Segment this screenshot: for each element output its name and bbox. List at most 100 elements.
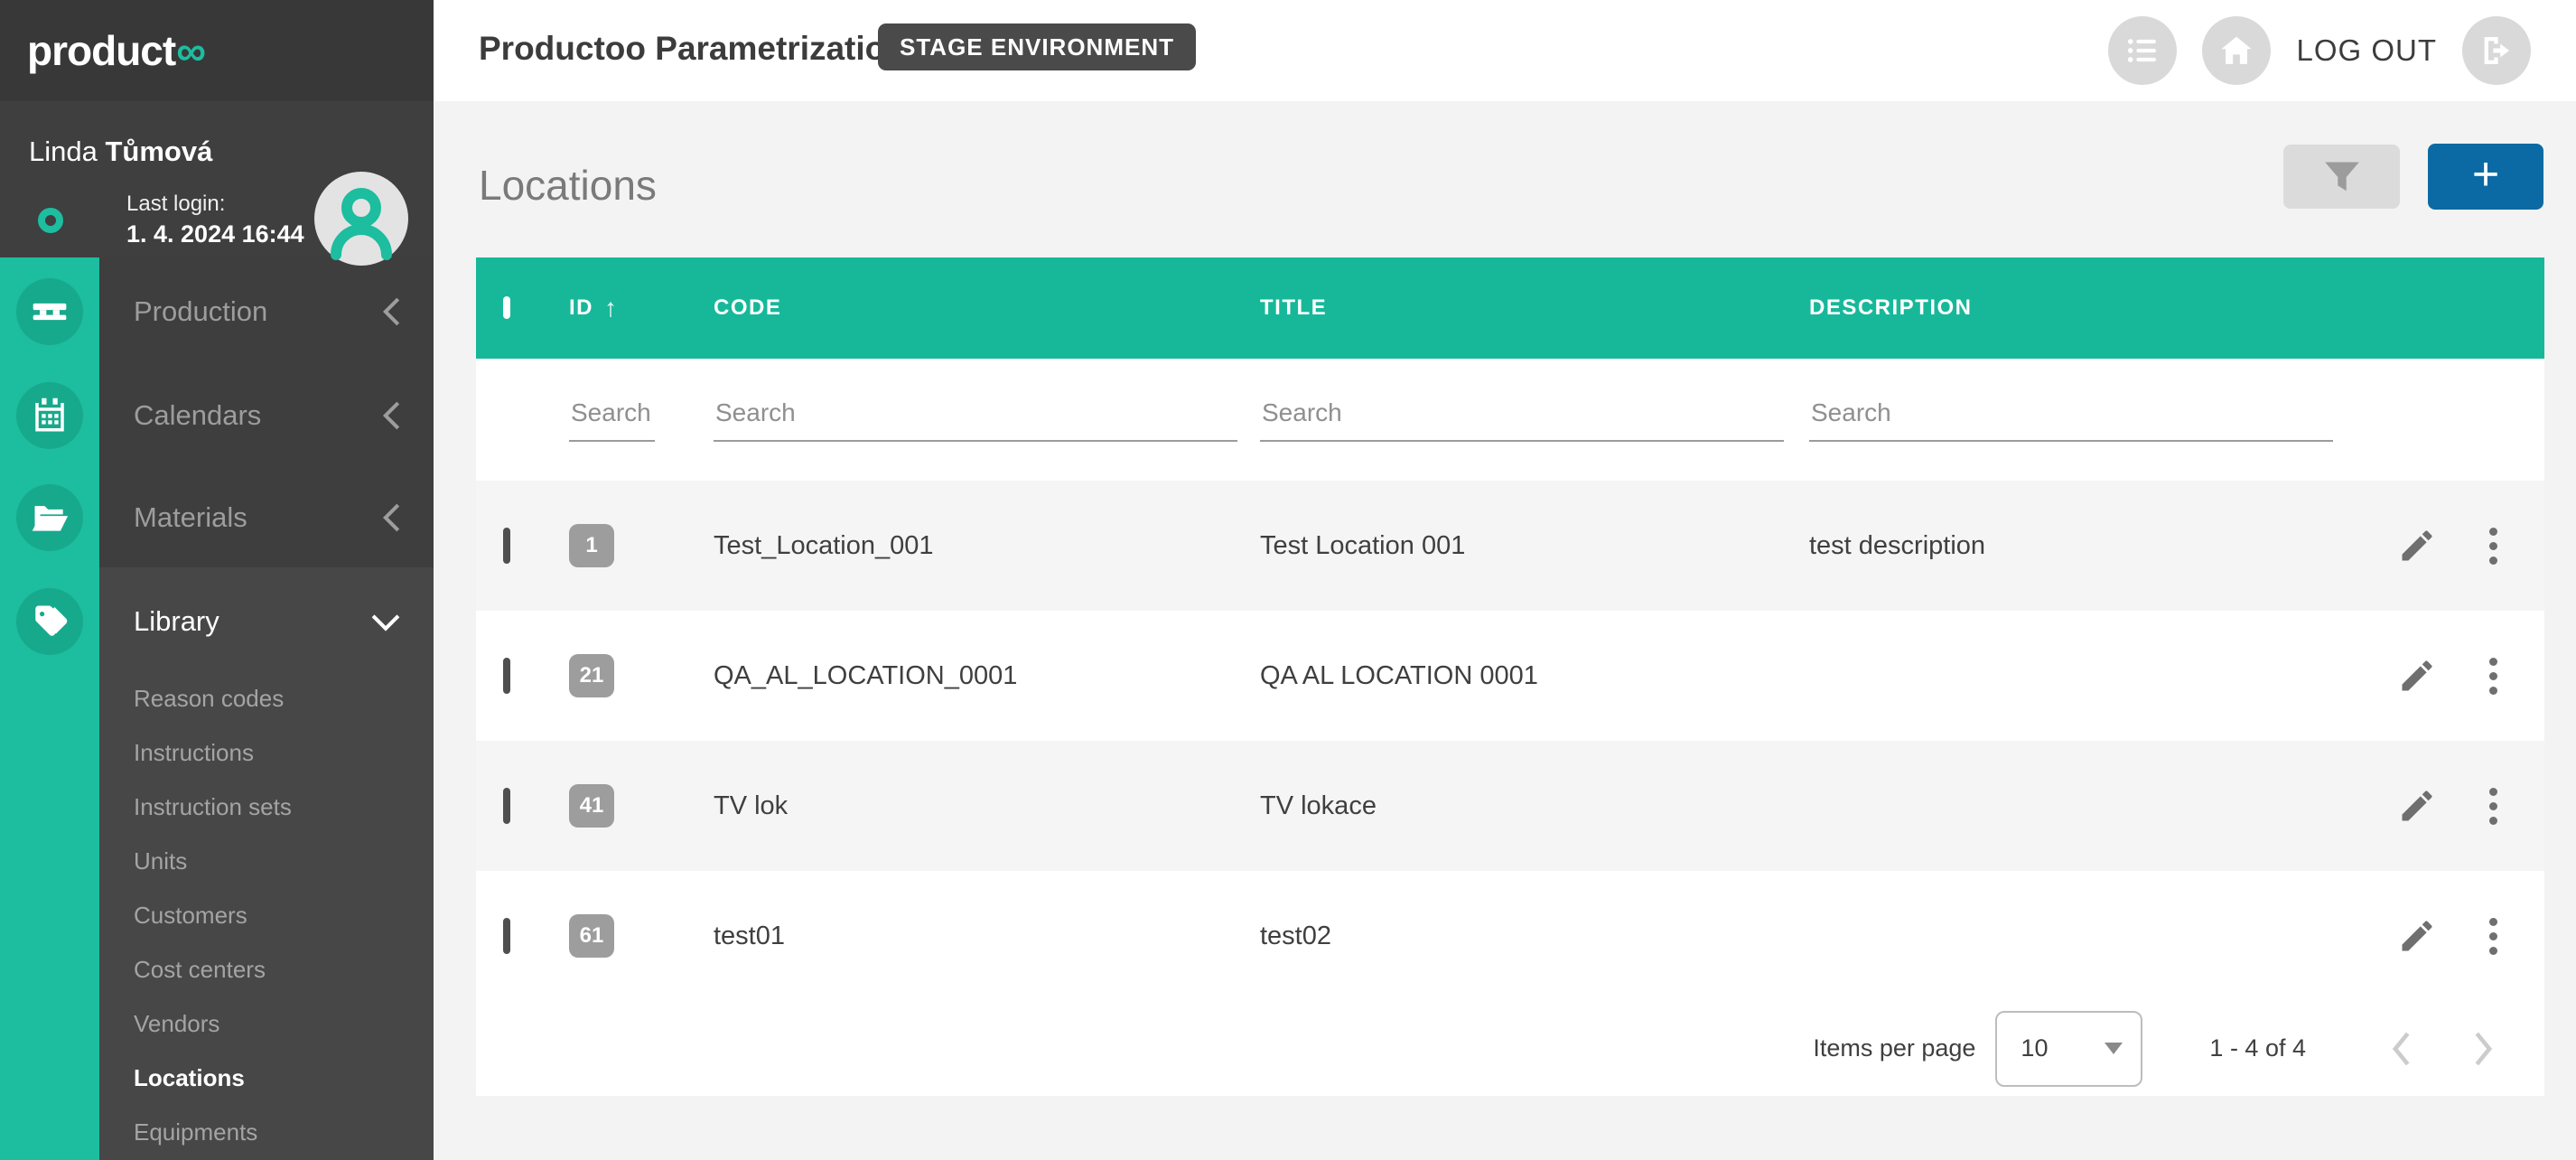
chevron-down-icon xyxy=(370,612,401,631)
table-row: 61 test01 test02 xyxy=(476,871,2544,1001)
row-menu-button[interactable] xyxy=(2489,658,2497,695)
add-location-button[interactable]: + xyxy=(2428,144,2543,210)
pagination-range: 1 - 4 of 4 xyxy=(2209,1034,2306,1062)
avatar[interactable] xyxy=(314,172,408,266)
search-code-input[interactable] xyxy=(714,398,1237,442)
column-header-description[interactable]: DESCRIPTION xyxy=(1809,295,2333,321)
app-title: Productoo Parametrization xyxy=(479,30,906,68)
calendar-icon xyxy=(31,397,69,435)
pencil-icon xyxy=(2397,656,2437,696)
list-menu-button[interactable] xyxy=(2108,16,2177,85)
edit-button[interactable] xyxy=(2397,786,2437,826)
sidebar-item-production[interactable]: Production xyxy=(99,262,434,361)
user-avatar-icon xyxy=(314,172,408,266)
row-checkbox[interactable] xyxy=(503,658,510,694)
filter-button[interactable] xyxy=(2283,145,2400,209)
last-login-label: Last login: xyxy=(126,192,304,217)
column-header-title[interactable]: TITLE xyxy=(1260,295,1809,321)
row-checkbox[interactable] xyxy=(503,918,510,954)
search-title-input[interactable] xyxy=(1260,398,1784,442)
list-icon xyxy=(2124,33,2161,69)
cell-title: test02 xyxy=(1260,921,1809,951)
table-row: 41 TV lok TV lokace xyxy=(476,741,2544,871)
last-login-value: 1. 4. 2024 16:44 xyxy=(126,220,304,248)
chevron-left-icon xyxy=(381,296,401,327)
chevron-right-icon xyxy=(2472,1031,2496,1067)
column-header-code[interactable]: CODE xyxy=(714,295,1260,321)
sidebar: product∞ Linda Tůmová Last login: 1. 4. … xyxy=(0,0,434,1160)
sidebar-item-materials[interactable]: Materials xyxy=(99,468,434,567)
table-row: 1 Test_Location_001 Test Location 001 te… xyxy=(476,481,2544,611)
column-header-id[interactable]: ID↑ xyxy=(569,294,714,323)
logout-label[interactable]: LOG OUT xyxy=(2296,33,2437,68)
sidebar-item-cost-centers[interactable]: Cost centers xyxy=(99,942,434,996)
logout-button[interactable] xyxy=(2462,16,2531,85)
cell-code: TV lok xyxy=(714,791,1260,821)
filter-funnel-icon xyxy=(2324,161,2360,193)
sidebar-item-vendors[interactable]: Vendors xyxy=(99,996,434,1051)
sidebar-item-calendars[interactable]: Calendars xyxy=(99,366,434,465)
home-button[interactable] xyxy=(2202,16,2271,85)
next-page-button[interactable] xyxy=(2472,1031,2496,1067)
user-name: Linda Tůmová xyxy=(29,136,212,168)
logo-band: product∞ xyxy=(0,0,434,101)
row-menu-button[interactable] xyxy=(2489,788,2497,825)
materials-rail-button[interactable] xyxy=(16,484,83,551)
items-per-page-label: Items per page xyxy=(1813,1034,1975,1062)
edit-button[interactable] xyxy=(2397,526,2437,566)
production-rail-button[interactable] xyxy=(16,278,83,345)
library-rail-button[interactable] xyxy=(16,588,83,655)
tag-icon xyxy=(31,603,69,641)
cell-title: TV lokace xyxy=(1260,791,1809,821)
sidebar-item-reason-codes[interactable]: Reason codes xyxy=(99,671,434,725)
locations-table: ID↑ CODE TITLE DESCRIPTION 1 Test_Locati… xyxy=(476,257,2544,1096)
cell-title: Test Location 001 xyxy=(1260,531,1809,561)
folder-open-icon xyxy=(30,498,70,538)
search-id-input[interactable] xyxy=(569,398,655,442)
table-search-row xyxy=(476,359,2544,481)
sidebar-item-units[interactable]: Units xyxy=(99,834,434,888)
select-all-checkbox[interactable] xyxy=(503,296,510,319)
productoo-logo[interactable]: product∞ xyxy=(27,26,205,75)
pagination-bar: Items per page 10 1 - 4 of 4 xyxy=(476,1001,2544,1096)
chevron-left-icon xyxy=(381,502,401,533)
row-menu-button[interactable] xyxy=(2489,528,2497,565)
row-checkbox[interactable] xyxy=(503,788,510,824)
chevron-left-icon xyxy=(2389,1031,2413,1067)
items-per-page-select[interactable]: 10 xyxy=(1995,1011,2142,1087)
calendars-rail-button[interactable] xyxy=(16,382,83,449)
sign-out-icon xyxy=(2478,33,2515,69)
edit-button[interactable] xyxy=(2397,656,2437,696)
table-header-row: ID↑ CODE TITLE DESCRIPTION xyxy=(476,257,2544,359)
logo-text: product xyxy=(27,27,175,74)
library-submenu: Reason codes Instructions Instruction se… xyxy=(99,671,434,1159)
id-badge: 61 xyxy=(569,914,614,958)
sidebar-item-label: Calendars xyxy=(134,399,261,432)
logo-infinity-mark: ∞ xyxy=(176,27,205,74)
sidebar-item-instructions[interactable]: Instructions xyxy=(99,725,434,780)
sidebar-item-locations[interactable]: Locations xyxy=(99,1051,434,1105)
cell-code: Test_Location_001 xyxy=(714,531,1260,561)
row-checkbox[interactable] xyxy=(503,528,510,564)
previous-page-button[interactable] xyxy=(2389,1031,2413,1067)
last-login: Last login: 1. 4. 2024 16:44 xyxy=(126,192,304,248)
id-badge: 1 xyxy=(569,524,614,567)
cell-code: QA_AL_LOCATION_0001 xyxy=(714,661,1260,691)
sidebar-item-equipments[interactable]: Equipments xyxy=(99,1105,434,1159)
cell-code: test01 xyxy=(714,921,1260,951)
search-description-input[interactable] xyxy=(1809,398,2333,442)
page-title: Locations xyxy=(479,161,657,210)
id-badge: 21 xyxy=(569,654,614,697)
chevron-left-icon xyxy=(381,400,401,431)
sidebar-item-label: Production xyxy=(134,295,267,328)
row-menu-button[interactable] xyxy=(2489,918,2497,955)
user-section: Linda Tůmová Last login: 1. 4. 2024 16:4… xyxy=(0,101,434,257)
status-ring-icon xyxy=(38,208,63,233)
sidebar-item-instruction-sets[interactable]: Instruction sets xyxy=(99,780,434,834)
edit-button[interactable] xyxy=(2397,916,2437,956)
sidebar-item-customers[interactable]: Customers xyxy=(99,888,434,942)
sidebar-item-label: Materials xyxy=(134,501,247,534)
table-row: 21 QA_AL_LOCATION_0001 QA AL LOCATION 00… xyxy=(476,611,2544,741)
cell-description: test description xyxy=(1809,531,2333,561)
sidebar-item-library[interactable]: Library xyxy=(99,572,434,671)
